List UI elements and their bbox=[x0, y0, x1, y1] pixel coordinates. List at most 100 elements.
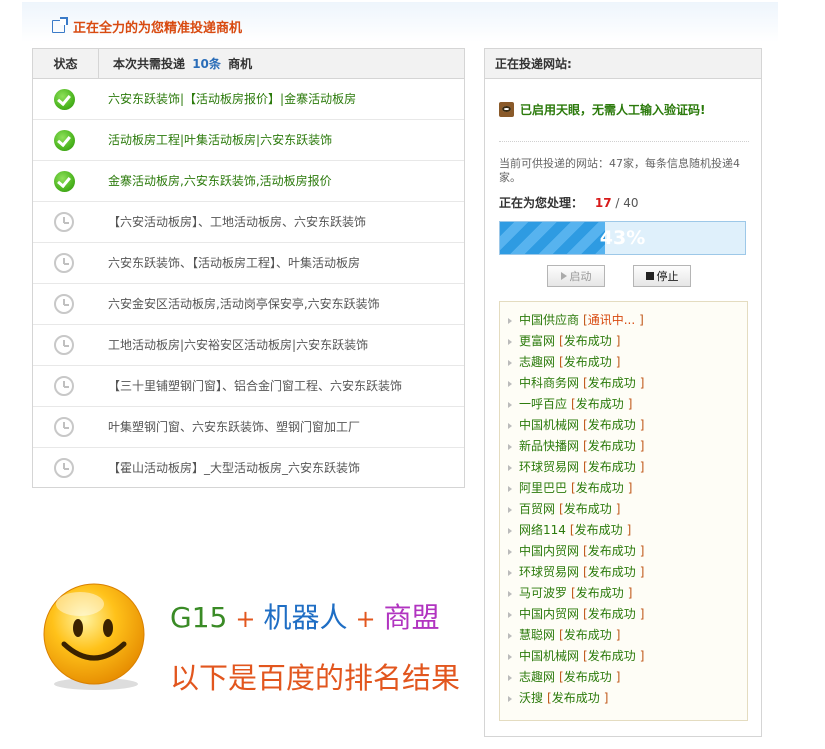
row-text: 活动板房工程|叶集活动板房|六安东跃装饰 bbox=[108, 133, 333, 147]
site-name: 百贸网 bbox=[519, 502, 556, 516]
site-status: 发布成功 bbox=[575, 481, 624, 495]
eye-notice-text: 已启用天眼，无需人工输入验证码! bbox=[520, 103, 706, 117]
row-text: 六安东跃装饰|【活动板房报价】|金寨活动板房 bbox=[108, 92, 357, 106]
external-link-icon bbox=[52, 17, 68, 33]
site-name: 一呼百应 bbox=[519, 397, 568, 411]
site-name: 沃搜 bbox=[519, 691, 544, 705]
bullet-arrow-icon bbox=[508, 443, 512, 450]
row-text: 六安东跃装饰、【活动板房工程】、叶集活动板房 bbox=[108, 256, 361, 270]
bracket-close: ] bbox=[639, 607, 645, 621]
row-status bbox=[54, 335, 75, 356]
list-item: 中国供应商[通讯中...] bbox=[508, 310, 747, 331]
bracket-close: ] bbox=[626, 523, 632, 537]
table-row: 六安东跃装饰、【活动板房工程】、叶集活动板房 bbox=[33, 243, 464, 284]
table-row: 【霍山活动板房】_大型活动板房_六安东跃装饰 bbox=[33, 448, 464, 489]
items-header-prefix: 本次共需投递 bbox=[113, 57, 186, 71]
list-item: 志趣网[发布成功] bbox=[508, 352, 747, 373]
list-item: 新品快播网[发布成功] bbox=[508, 436, 747, 457]
site-name: 中国内贸网 bbox=[519, 544, 580, 558]
bullet-arrow-icon bbox=[508, 380, 512, 387]
site-status: 发布成功 bbox=[587, 460, 636, 474]
bracket-close: ] bbox=[639, 565, 645, 579]
row-text: 金寨活动板房,六安东跃装饰,活动板房报价 bbox=[108, 174, 332, 188]
bullet-arrow-icon bbox=[508, 422, 512, 429]
bullet-arrow-icon bbox=[508, 569, 512, 576]
items-header-suffix: 商机 bbox=[228, 57, 253, 71]
eye-icon bbox=[499, 102, 514, 117]
items-header-count: 10条 bbox=[192, 57, 221, 71]
bracket-close: ] bbox=[639, 439, 645, 453]
site-name: 中国机械网 bbox=[519, 649, 580, 663]
site-name: 环球贸易网 bbox=[519, 460, 580, 474]
site-status: 发布成功 bbox=[587, 544, 636, 558]
site-status: 发布成功 bbox=[563, 334, 612, 348]
promo-plus-2: + bbox=[355, 605, 376, 633]
top-header-bar: 正在全力的为您精准投递商机 bbox=[22, 2, 778, 42]
site-status: 发布成功 bbox=[574, 523, 623, 537]
clock-icon bbox=[54, 458, 74, 478]
site-status: 发布成功 bbox=[587, 418, 636, 432]
promo-headline: G15 + 机器人 + 商盟 bbox=[170, 596, 440, 636]
site-name: 网络114 bbox=[519, 523, 566, 537]
list-item: 环球贸易网[发布成功] bbox=[508, 457, 747, 478]
bullet-arrow-icon bbox=[508, 632, 512, 639]
site-name: 更富网 bbox=[519, 334, 556, 348]
bracket-close: ] bbox=[627, 397, 633, 411]
site-status: 发布成功 bbox=[587, 439, 636, 453]
list-item: 百贸网[发布成功] bbox=[508, 499, 747, 520]
bracket-close: ] bbox=[627, 586, 633, 600]
site-status: 通讯中... bbox=[587, 313, 636, 327]
control-buttons: 启动 停止 bbox=[547, 265, 691, 287]
check-circle-icon bbox=[54, 89, 75, 110]
site-name: 中科商务网 bbox=[519, 376, 580, 390]
table-header: 状态 本次共需投递 10条 商机 bbox=[33, 49, 464, 79]
site-status: 发布成功 bbox=[563, 355, 612, 369]
bracket-close: ] bbox=[615, 628, 621, 642]
row-status bbox=[54, 294, 75, 315]
bracket-close: ] bbox=[639, 649, 645, 663]
row-text: 叶集塑钢门窗、六安东跃装饰、塑钢门窗加工厂 bbox=[108, 420, 361, 434]
site-status: 发布成功 bbox=[587, 565, 636, 579]
bullet-arrow-icon bbox=[508, 338, 512, 345]
row-status bbox=[54, 212, 75, 233]
play-icon bbox=[560, 272, 567, 280]
start-button[interactable]: 启动 bbox=[547, 265, 605, 287]
promo-robot: 机器人 bbox=[263, 601, 348, 634]
row-text: 六安金安区活动板房,活动岗亭保安亭,六安东跃装饰 bbox=[108, 297, 380, 311]
stop-button[interactable]: 停止 bbox=[633, 265, 691, 287]
items-column-header: 本次共需投递 10条 商机 bbox=[113, 49, 252, 79]
status-column-header: 状态 bbox=[33, 49, 99, 79]
site-status: 发布成功 bbox=[587, 376, 636, 390]
row-text: 工地活动板房|六安裕安区活动板房|六安东跃装饰 bbox=[108, 338, 369, 352]
bracket-close: ] bbox=[615, 502, 621, 516]
bracket-close: ] bbox=[639, 418, 645, 432]
row-status bbox=[54, 376, 75, 397]
row-status bbox=[54, 253, 75, 274]
promo-plus-1: + bbox=[235, 605, 256, 633]
table-row: 金寨活动板房,六安东跃装饰,活动板房报价 bbox=[33, 161, 464, 202]
table-row: 【三十里铺塑钢门窗】、铝合金门窗工程、六安东跃装饰 bbox=[33, 366, 464, 407]
sites-panel-title: 正在投递网站: bbox=[485, 49, 761, 79]
promo-g15: G15 bbox=[170, 601, 228, 634]
row-text: 【三十里铺塑钢门窗】、铝合金门窗工程、六安东跃装饰 bbox=[108, 379, 403, 393]
table-row: 叶集塑钢门窗、六安东跃装饰、塑钢门窗加工厂 bbox=[33, 407, 464, 448]
bullet-arrow-icon bbox=[508, 506, 512, 513]
site-status: 发布成功 bbox=[551, 691, 600, 705]
bullet-arrow-icon bbox=[508, 611, 512, 618]
site-status: 发布成功 bbox=[587, 649, 636, 663]
site-status: 发布成功 bbox=[575, 397, 624, 411]
smiley-face-icon bbox=[43, 583, 145, 690]
bracket-close: ] bbox=[603, 691, 609, 705]
site-name: 新品快播网 bbox=[519, 439, 580, 453]
table-row: 活动板房工程|叶集活动板房|六安东跃装饰 bbox=[33, 120, 464, 161]
row-status bbox=[54, 171, 75, 192]
site-name: 阿里巴巴 bbox=[519, 481, 568, 495]
list-item: 环球贸易网[发布成功] bbox=[508, 562, 747, 583]
stop-button-label: 停止 bbox=[656, 270, 679, 283]
site-name: 环球贸易网 bbox=[519, 565, 580, 579]
bracket-close: ] bbox=[615, 355, 621, 369]
list-item: 慧聪网[发布成功] bbox=[508, 625, 747, 646]
bullet-arrow-icon bbox=[508, 401, 512, 408]
bracket-close: ] bbox=[627, 481, 633, 495]
site-name: 志趣网 bbox=[519, 670, 556, 684]
